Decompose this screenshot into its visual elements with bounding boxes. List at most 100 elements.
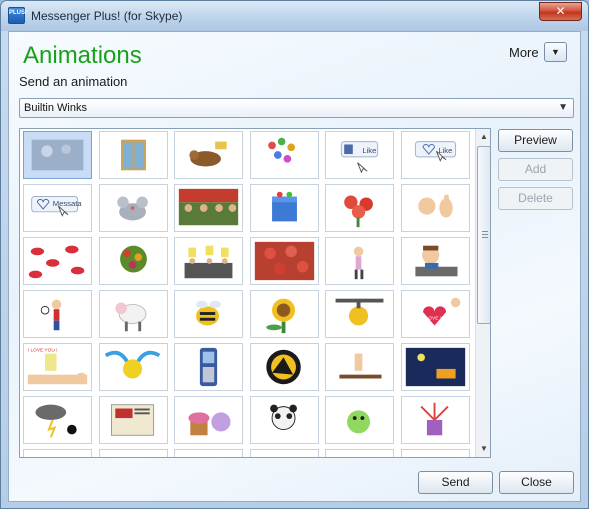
messenger-plus-window: PLUS! Messenger Plus! (for Skype) ✕ Anim…	[0, 0, 589, 509]
animation-thumbnail[interactable]	[174, 449, 243, 458]
animation-thumbnail[interactable]	[401, 184, 470, 232]
animation-thumbnail[interactable]	[99, 396, 168, 444]
wink-partial-4-icon	[251, 450, 318, 458]
wink-balloons-icon	[268, 137, 296, 163]
animation-thumbnail[interactable]	[325, 449, 394, 458]
animation-thumbnail[interactable]	[325, 290, 394, 338]
wink-green-blob-icon	[347, 410, 371, 434]
animation-grid-panel: Like Like Messata I LOVE YOU I LOVE YOU ! ▲ …	[19, 128, 491, 458]
animation-thumbnail[interactable]	[99, 290, 168, 338]
animation-thumbnail[interactable]	[250, 184, 319, 232]
animation-thumbnail[interactable]	[23, 237, 92, 285]
animation-thumbnail[interactable]	[250, 396, 319, 444]
animation-thumbnail[interactable]: Messata	[23, 184, 92, 232]
wink-roses-icon	[344, 195, 373, 228]
wink-fireworks-icon	[31, 139, 84, 171]
animation-thumbnail[interactable]: I LOVE YOU !	[23, 343, 92, 391]
animation-thumbnail[interactable]	[401, 237, 470, 285]
scroll-down-arrow-icon[interactable]: ▼	[476, 441, 490, 457]
animation-thumbnail[interactable]	[250, 290, 319, 338]
wink-bee-icon	[196, 300, 221, 326]
animation-thumbnail[interactable]	[23, 290, 92, 338]
wink-partial-3-icon	[175, 450, 242, 458]
animation-thumbnail[interactable]	[174, 131, 243, 179]
animation-thumbnail[interactable]	[174, 184, 243, 232]
title-bar: PLUS! Messenger Plus! (for Skype) ✕	[1, 1, 588, 31]
animation-thumbnail[interactable]	[325, 237, 394, 285]
animation-thumbnail[interactable]	[325, 184, 394, 232]
wink-love-heart-icon: I LOVE YOU	[423, 297, 461, 326]
animation-thumbnail[interactable]	[325, 396, 394, 444]
animation-thumbnail[interactable]	[250, 131, 319, 179]
wink-mobile-phone-icon	[199, 347, 218, 387]
animation-thumbnail[interactable]	[99, 343, 168, 391]
wink-score-cards-icon	[184, 245, 233, 279]
animation-thumbnail[interactable]	[250, 343, 319, 391]
animation-thumbnail[interactable]	[99, 449, 168, 458]
wink-tennis-player-icon	[40, 299, 62, 331]
animation-thumbnail[interactable]	[250, 449, 319, 458]
thumbnail-text: Like	[438, 146, 452, 155]
animation-thumbnail[interactable]	[99, 237, 168, 285]
animation-thumbnail[interactable]	[401, 343, 470, 391]
thumbnail-text: Like	[362, 146, 376, 155]
window-title: Messenger Plus! (for Skype)	[31, 9, 183, 23]
animation-grid: Like Like Messata I LOVE YOU I LOVE YOU !	[23, 131, 473, 458]
wink-mouse-icon	[117, 196, 148, 221]
chevron-down-icon: ▼	[551, 47, 560, 57]
more-dropdown-button[interactable]: ▼	[544, 42, 567, 62]
wink-messata-button-icon: Messata	[31, 196, 82, 217]
animation-thumbnail[interactable]	[325, 343, 394, 391]
animation-thumbnail[interactable]	[99, 184, 168, 232]
animation-thumbnail[interactable]	[23, 396, 92, 444]
scroll-up-arrow-icon[interactable]: ▲	[476, 129, 490, 145]
grid-scrollbar[interactable]: ▲ ▼	[475, 129, 490, 457]
wink-thumbs-up-icon	[418, 194, 453, 218]
animation-thumbnail[interactable]	[174, 290, 243, 338]
wink-gift-box-icon	[272, 191, 297, 222]
wink-sunflower-icon	[266, 298, 296, 334]
send-button[interactable]: Send	[418, 471, 493, 494]
wink-partial-5-icon	[326, 450, 393, 458]
animation-pack-select[interactable]: Builtin Winks ▼	[19, 98, 574, 118]
wink-cupcake-icon	[188, 412, 231, 436]
scroll-thumb[interactable]	[477, 146, 490, 324]
animation-thumbnail[interactable]	[174, 396, 243, 444]
wink-dancer-icon	[353, 246, 364, 280]
wink-crying-face-icon	[104, 350, 161, 379]
more-label[interactable]: More	[509, 45, 539, 60]
page-title: Animations	[23, 42, 142, 69]
wink-rose-bed-icon	[254, 241, 315, 281]
animation-thumbnail[interactable]	[23, 449, 92, 458]
wink-panda-icon	[270, 404, 297, 431]
animation-thumbnail[interactable]: Like	[325, 131, 394, 179]
wink-like-button-icon: Like	[340, 141, 379, 174]
preview-button[interactable]: Preview	[498, 129, 573, 152]
grip-icon	[482, 231, 488, 238]
animation-pack-selected: Builtin Winks	[24, 102, 87, 114]
animation-thumbnail[interactable]	[401, 449, 470, 457]
wink-bomb-icon	[335, 298, 384, 326]
animation-thumbnail[interactable]: I LOVE YOU	[401, 290, 470, 338]
wink-partial-2-icon	[100, 450, 167, 458]
add-button[interactable]: Add	[498, 158, 573, 181]
animation-thumbnail[interactable]	[174, 343, 243, 391]
animation-thumbnail[interactable]	[174, 237, 243, 285]
wink-night-scene-icon	[405, 347, 466, 387]
window-close-button[interactable]: ✕	[539, 2, 582, 21]
send-animation-label: Send an animation	[19, 74, 128, 89]
wink-man-at-desk-icon	[415, 245, 458, 277]
wink-partial-1-icon	[24, 450, 91, 458]
wink-hand-note-icon: I LOVE YOU !	[27, 348, 88, 385]
wink-flower-bouquet-icon	[120, 245, 147, 273]
animation-thumbnail[interactable]	[401, 396, 470, 444]
animation-thumbnail[interactable]: Like	[401, 131, 470, 179]
close-button[interactable]: Close	[499, 471, 574, 494]
animation-thumbnail[interactable]	[250, 237, 319, 285]
animation-thumbnail[interactable]	[23, 131, 92, 179]
chevron-down-icon: ▼	[558, 102, 568, 113]
delete-button[interactable]: Delete	[498, 187, 573, 210]
thumbnail-text: I LOVE YOU	[423, 316, 450, 322]
animation-thumbnail[interactable]	[99, 131, 168, 179]
wink-gift-explosion-icon	[420, 402, 449, 436]
